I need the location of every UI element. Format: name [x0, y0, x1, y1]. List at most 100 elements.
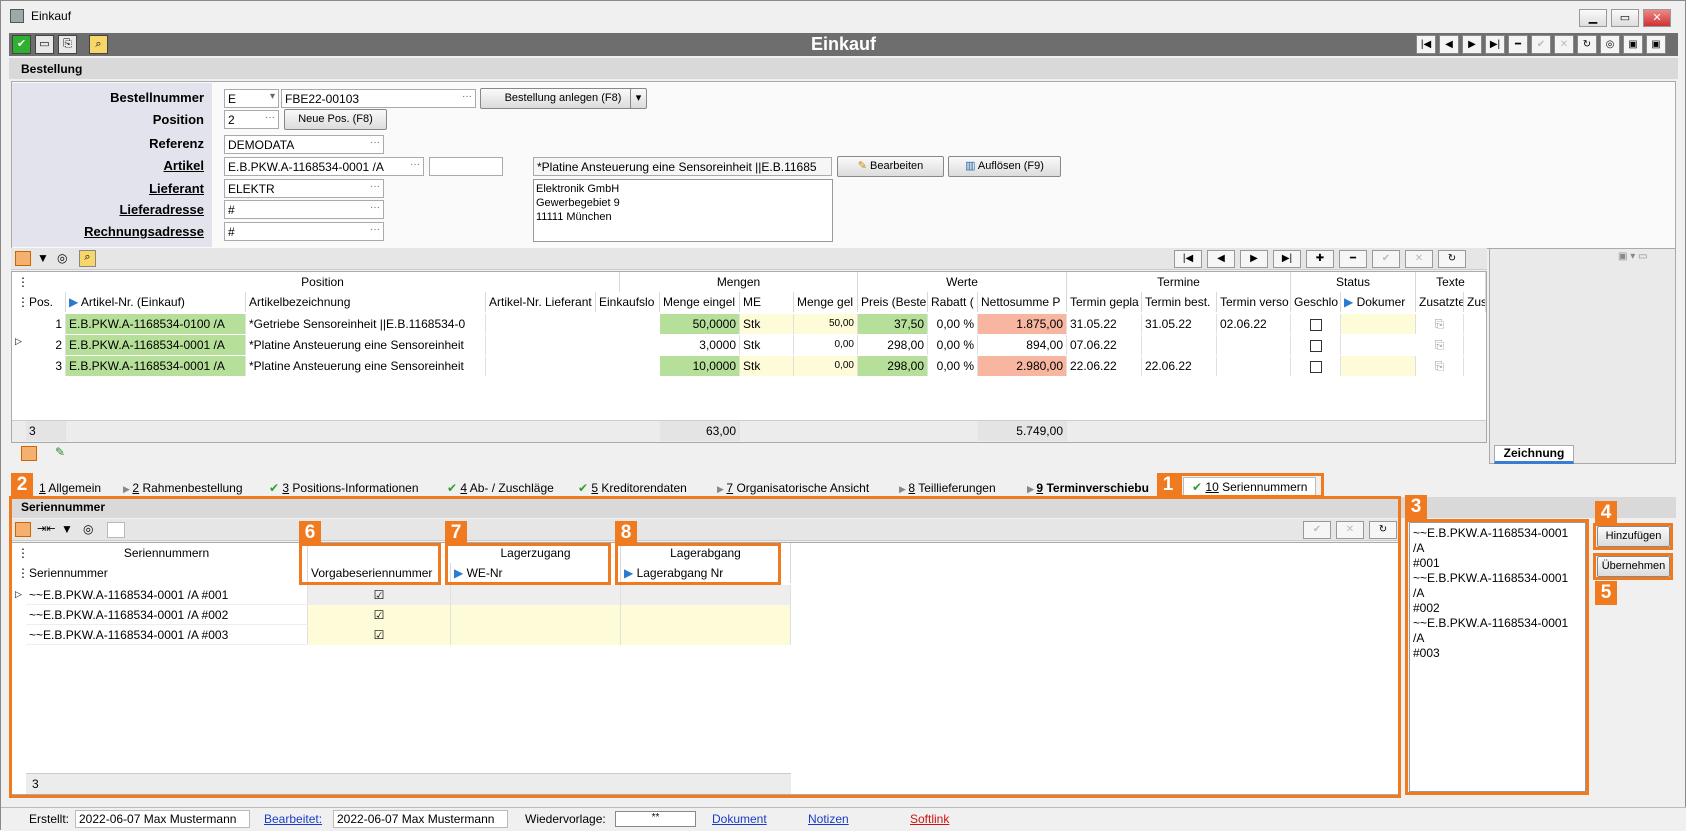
table-cell[interactable]: Stk — [740, 335, 794, 355]
table-cell[interactable] — [1217, 356, 1291, 376]
help-icon[interactable]: ◎ — [1600, 35, 1620, 54]
artikel-extra-field[interactable] — [429, 157, 503, 176]
view-icon[interactable]: ◎ — [57, 251, 67, 265]
table-cell[interactable]: 3 — [26, 356, 66, 376]
table-cell[interactable]: 37,50 — [858, 314, 928, 334]
grid-icon[interactable] — [21, 446, 37, 461]
text-icon[interactable]: ⎘ — [1416, 314, 1464, 334]
grid-remove-icon[interactable]: ━ — [1339, 250, 1367, 268]
table-cell[interactable]: Stk — [740, 356, 794, 376]
table-cell[interactable]: Stk — [740, 314, 794, 334]
last-record-icon[interactable]: ▶| — [1485, 35, 1505, 54]
wiedervorlage-field[interactable]: ** — [615, 811, 696, 827]
cube-icon[interactable]: ▣ — [1623, 35, 1643, 54]
col-termin-best[interactable]: Termin best. — [1142, 292, 1217, 312]
softlink-link[interactable]: Softlink — [910, 812, 949, 826]
table-cell[interactable]: 50,0000 — [660, 314, 740, 334]
table-cell[interactable]: 0,00 % — [928, 356, 978, 376]
table-cell[interactable]: 50,00 — [794, 314, 858, 334]
refresh-icon[interactable]: ↻ — [1577, 35, 1597, 54]
col-artikelbezeichnung[interactable]: Artikelbezeichnung — [246, 292, 486, 312]
text-icon[interactable]: ⎘ — [1416, 356, 1464, 376]
grid-add-icon[interactable]: ✚ — [1306, 250, 1334, 268]
col-geschlossen[interactable]: Geschlo — [1291, 292, 1341, 312]
table-cell[interactable]: 0,00 % — [928, 335, 978, 355]
lieferant-field[interactable]: ELEKTR ··· — [224, 179, 384, 198]
row-menu-icon[interactable]: ⋮ — [14, 292, 26, 312]
col-preis[interactable]: Preis (Beste — [858, 292, 928, 312]
delete-record-icon[interactable]: ━ — [1508, 35, 1528, 54]
col-artikel-nr-lieferant[interactable]: Artikel-Nr. Lieferant — [486, 292, 596, 312]
tab-zeichnung[interactable]: Zeichnung — [1494, 445, 1574, 464]
filter-icon[interactable]: ▼ — [37, 251, 49, 265]
table-cell[interactable] — [1142, 335, 1217, 355]
order-prefix-select[interactable]: E ▾ — [224, 89, 279, 108]
table-cell[interactable]: E.B.PKW.A-1168534-0001 /A — [66, 335, 246, 355]
table-cell[interactable]: 02.06.22 — [1217, 314, 1291, 334]
table-cell[interactable] — [1341, 314, 1416, 334]
grid-confirm-icon[interactable]: ✔ — [1372, 250, 1400, 268]
grid-prev-icon[interactable]: ◀ — [1207, 250, 1235, 268]
table-cell[interactable]: 0,00 — [794, 335, 858, 355]
label-lieferant[interactable]: Lieferant — [149, 181, 204, 196]
grid-first-icon[interactable]: |◀ — [1174, 250, 1202, 268]
window-icon[interactable]: ▭ — [35, 35, 54, 54]
cancel-icon[interactable]: ✕ — [1554, 35, 1574, 54]
checkbox[interactable] — [1291, 356, 1341, 376]
search-icon[interactable]: ⌕ — [79, 250, 96, 267]
col-zusa[interactable]: Zusa — [1464, 292, 1486, 312]
copy-icon[interactable]: ⎘ — [58, 35, 77, 54]
col-nettosumme[interactable]: Nettosumme P — [978, 292, 1067, 312]
table-cell[interactable]: 298,00 — [858, 356, 928, 376]
table-cell[interactable]: *Platine Ansteuerung eine Sensoreinheit — [246, 356, 486, 376]
table-cell[interactable]: 1 — [26, 314, 66, 334]
table-cell[interactable] — [1341, 356, 1416, 376]
col-rabatt[interactable]: Rabatt ( — [928, 292, 978, 312]
grid-last-icon[interactable]: ▶| — [1273, 250, 1301, 268]
col-dokument[interactable]: ▶ Dokumer — [1341, 292, 1416, 312]
col-termin-geplant[interactable]: Termin gepla — [1067, 292, 1142, 312]
lieferadresse-field[interactable]: # ··· — [224, 200, 384, 219]
table-cell[interactable]: 298,00 — [858, 335, 928, 355]
column-chooser-icon[interactable]: ⋮ — [14, 272, 26, 292]
edit-icon[interactable]: ✎ — [55, 445, 65, 459]
bearbeitet-link[interactable]: Bearbeitet: — [264, 812, 322, 826]
col-menge-eingel[interactable]: Menge eingel — [660, 292, 740, 312]
prev-record-icon[interactable]: ◀ — [1439, 35, 1459, 54]
first-record-icon[interactable]: |◀ — [1416, 35, 1436, 54]
col-einkaufslos[interactable]: Einkaufslo — [596, 292, 660, 312]
table-cell[interactable]: 22.06.22 — [1142, 356, 1217, 376]
checkbox[interactable] — [1291, 314, 1341, 334]
check-icon[interactable]: ✔ — [12, 35, 31, 54]
col-pos[interactable]: Pos. — [26, 292, 66, 312]
table-cell[interactable]: 31.05.22 — [1067, 314, 1142, 334]
table-cell[interactable]: 2.980,00 — [978, 356, 1067, 376]
label-lieferadresse[interactable]: Lieferadresse — [119, 202, 204, 217]
table-cell[interactable]: 3,0000 — [660, 335, 740, 355]
table-cell[interactable]: 10,0000 — [660, 356, 740, 376]
rechnungsadresse-field[interactable]: # ··· — [224, 222, 384, 241]
col-me[interactable]: ME — [740, 292, 794, 312]
bestellung-anlegen-button[interactable]: Bestellung anlegen (F8) — [480, 88, 646, 109]
grid-cancel-icon[interactable]: ✕ — [1405, 250, 1433, 268]
aufloesen-button[interactable]: ▥ Auflösen (F9) — [948, 156, 1061, 177]
close-button[interactable]: ✕ — [1643, 9, 1671, 27]
table-cell[interactable]: *Platine Ansteuerung eine Sensoreinheit — [246, 335, 486, 355]
grid-icon[interactable] — [15, 251, 31, 266]
table-cell[interactable]: E.B.PKW.A-1168534-0001 /A — [66, 356, 246, 376]
table-cell[interactable]: 2 — [26, 335, 66, 355]
table-cell[interactable] — [1217, 335, 1291, 355]
referenz-field[interactable]: DEMODATA ··· — [224, 135, 384, 154]
maximize-button[interactable]: ▭ — [1611, 9, 1639, 27]
table-cell[interactable]: 894,00 — [978, 335, 1067, 355]
panel-menu-icon[interactable]: ▣ ▾ ▭ — [1618, 251, 1647, 262]
checkbox[interactable] — [1291, 335, 1341, 355]
table-cell[interactable]: 0,00 — [794, 356, 858, 376]
label-rechnungsadresse[interactable]: Rechnungsadresse — [84, 224, 204, 239]
bearbeiten-button[interactable]: ✎ Bearbeiten — [837, 156, 944, 177]
next-record-icon[interactable]: ▶ — [1462, 35, 1482, 54]
col-menge-gel[interactable]: Menge gel — [794, 292, 858, 312]
col-artikel-nr[interactable]: ▶ Artikel-Nr. (Einkauf) — [66, 292, 246, 312]
col-termin-verso[interactable]: Termin verso — [1217, 292, 1291, 312]
dokument-link[interactable]: Dokument — [712, 812, 767, 826]
